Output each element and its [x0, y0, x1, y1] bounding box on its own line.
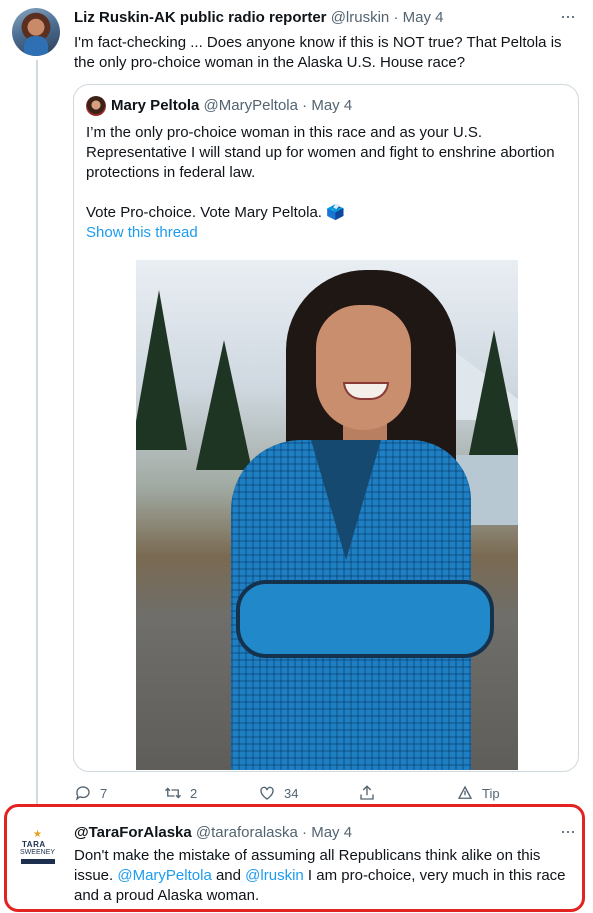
- tweet2-text-line: issue. @MaryPeltola and @lruskin I am pr…: [74, 866, 569, 886]
- tweet1-header: Liz Ruskin-AK public radio reporter @lru…: [74, 9, 443, 26]
- like-count: 34: [284, 785, 299, 801]
- quoted-tweet-card[interactable]: Mary Peltola @MaryPeltola · May 4 I’m th…: [73, 84, 579, 772]
- quote-text-line: Representative I will stand up for women…: [86, 144, 555, 161]
- more-icon[interactable]: ···: [560, 6, 576, 27]
- tweet2-text-line: and a proud Alaska woman.: [74, 887, 260, 904]
- quote-text-line: I’m the only pro-choice woman in this ra…: [86, 124, 483, 141]
- tip-label: Tip: [482, 785, 500, 801]
- tweet2-text-fragment: and: [215, 867, 241, 884]
- tweet2-author-name[interactable]: @TaraForAlaska: [74, 824, 192, 841]
- quote-handle: @MaryPeltola: [203, 97, 298, 114]
- tweet1-action-bar: 7 2 34 Tip: [74, 784, 514, 804]
- quote-date: May 4: [311, 97, 353, 114]
- logo-bar: [21, 859, 55, 864]
- tweet1-handle[interactable]: @lruskin: [331, 9, 390, 26]
- photo-tree: [196, 340, 252, 470]
- avatar-liz-ruskin[interactable]: [12, 8, 60, 56]
- tweet2-header: @TaraForAlaska @taraforalaska · May 4: [74, 824, 352, 841]
- more-icon[interactable]: ···: [560, 821, 576, 842]
- tweet2-date[interactable]: May 4: [311, 824, 352, 841]
- tweet1-text-line: the only pro-choice woman in the Alaska …: [74, 54, 466, 71]
- thread-connector-line: [36, 60, 38, 805]
- quote-photo[interactable]: [136, 260, 518, 770]
- like-button[interactable]: 34: [258, 784, 298, 802]
- tweet1-text: I'm fact-checking ... Does anyone know i…: [74, 33, 574, 73]
- quote-author-name: Mary Peltola: [111, 97, 200, 114]
- star-icon: ★: [33, 829, 42, 840]
- tweet2-handle[interactable]: @taraforalaska: [196, 824, 298, 841]
- show-thread-link[interactable]: Show this thread: [86, 223, 566, 243]
- share-icon: [360, 785, 374, 800]
- reply-button[interactable]: 7: [74, 784, 107, 802]
- tweet2-text-line: Don't make the mistake of assuming all R…: [74, 847, 541, 864]
- mention-marypeltola[interactable]: @MaryPeltola: [117, 867, 211, 884]
- photo-lapel: [311, 440, 381, 560]
- logo-text-first: TARA: [22, 840, 46, 849]
- tweet1-separator: ·: [393, 9, 399, 26]
- retweet-icon: [165, 787, 181, 799]
- reply-icon: [75, 786, 90, 801]
- tip-icon: [457, 785, 473, 799]
- reply-count: 7: [100, 785, 108, 801]
- photo-face: [316, 305, 411, 430]
- retweet-count: 2: [190, 785, 198, 801]
- quote-text-line: Vote Pro-choice. Vote Mary Peltola. 🗳️: [86, 204, 345, 221]
- quote-text-line: protections in federal law.: [86, 164, 256, 181]
- avatar-tara-sweeney-logo[interactable]: ★ TARA SWEENEY: [14, 826, 62, 874]
- share-button[interactable]: [358, 784, 376, 802]
- tweet1-text-line: I'm fact-checking ... Does anyone know i…: [74, 34, 562, 51]
- tweet2-text: Don't make the mistake of assuming all R…: [74, 846, 569, 906]
- tip-button[interactable]: Tip: [456, 784, 500, 802]
- tweet1-author-name[interactable]: Liz Ruskin-AK public radio reporter: [74, 9, 327, 26]
- quote-header: Mary Peltola @MaryPeltola · May 4: [111, 97, 352, 114]
- tweet2-separator: ·: [302, 824, 308, 841]
- mention-lruskin[interactable]: @lruskin: [245, 867, 304, 884]
- logo-text-last: SWEENEY: [20, 849, 56, 856]
- tweet2-text-fragment: I am pro-choice, very much in this race: [307, 867, 566, 884]
- avatar-mary-peltola: [86, 96, 106, 116]
- quote-text: I’m the only pro-choice woman in this ra…: [86, 123, 566, 243]
- photo-crossed-arms: [236, 580, 494, 658]
- photo-tree: [466, 330, 518, 470]
- photo-tree: [136, 290, 187, 450]
- retweet-button[interactable]: 2: [164, 784, 197, 802]
- tweet1-date[interactable]: May 4: [403, 9, 444, 26]
- quote-separator: ·: [302, 97, 308, 114]
- tweet2-text-fragment: issue.: [74, 867, 114, 884]
- like-icon: [260, 786, 274, 800]
